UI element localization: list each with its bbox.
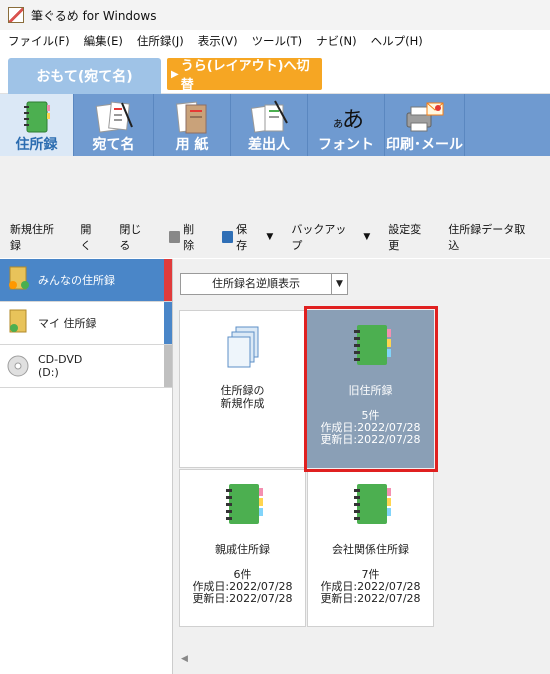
sidebar: みんなの住所録 マイ 住所録 CD-DVD (D:) [0, 259, 173, 674]
menu-view[interactable]: 表示(V) [198, 33, 238, 49]
tool-label: 差出人 [248, 137, 290, 153]
cd-dvd-icon [7, 355, 29, 377]
postcard-pen-icon [95, 101, 133, 133]
tool-print-mail[interactable]: 印刷･メール [385, 94, 465, 156]
shared-folder-icon [9, 266, 29, 290]
scroll-left-icon[interactable]: ◀ [181, 654, 188, 664]
card-info: 5件 作成日:2022/07/28 更新日:2022/07/28 [320, 409, 421, 446]
card-company-address-book[interactable]: 会社関係住所録 7件 作成日:2022/07/28 更新日:2022/07/28 [307, 469, 434, 627]
floppy-icon [221, 231, 234, 243]
sidebar-marker [164, 345, 172, 387]
side-tabs: おもて(宛て名) ▶ うら(レイアウト)へ切替 [0, 52, 550, 94]
settings-button[interactable]: 設定変更 [388, 221, 430, 253]
tool-label: 印刷･メール [386, 137, 463, 153]
command-bar: 新規住所録 開く 閉じる 削除 保存 ▼ バックアップ ▼ 設定変更 住所録デー… [0, 216, 550, 258]
font-icon: ぁ あ [332, 108, 364, 133]
tab-front-address[interactable]: おもて(宛て名) [8, 58, 161, 94]
my-folder-icon [9, 309, 27, 333]
notebook-icon [352, 325, 392, 369]
menu-bar: ファイル(F) 編集(E) 住所録(J) 表示(V) ツール(T) ナビ(N) … [0, 30, 550, 52]
card-name: 親戚住所録 [215, 543, 270, 556]
tool-address-book[interactable]: 住所録 [0, 94, 74, 156]
tool-label: 用 紙 [175, 137, 209, 153]
card-name: 会社関係住所録 [332, 543, 409, 556]
card-relatives-address-book[interactable]: 親戚住所録 6件 作成日:2022/07/28 更新日:2022/07/28 [179, 469, 306, 627]
sidebar-item-cd-dvd[interactable]: CD-DVD (D:) [0, 345, 172, 388]
paper-icon [176, 101, 207, 134]
backup-button[interactable]: バックアップ ▼ [291, 221, 370, 253]
card-info: 7件 作成日:2022/07/28 更新日:2022/07/28 [320, 568, 421, 605]
caret-down-icon[interactable]: ▼ [331, 274, 347, 294]
sidebar-marker [164, 259, 172, 301]
menu-address-book[interactable]: 住所録(J) [137, 33, 184, 49]
card-old-address-book[interactable]: 旧住所録 5件 作成日:2022/07/28 更新日:2022/07/28 [307, 310, 434, 468]
menu-edit[interactable]: 編集(E) [84, 33, 123, 49]
tool-label: 宛て名 [92, 137, 135, 153]
tool-paper[interactable]: 用 紙 [154, 94, 231, 156]
save-button[interactable]: 保存 ▼ [221, 221, 273, 253]
tool-sender[interactable]: 差出人 [231, 94, 308, 156]
app-icon [8, 7, 24, 23]
tool-label: 住所録 [15, 137, 58, 153]
sidebar-item-shared[interactable]: みんなの住所録 [0, 259, 172, 302]
toolbar-spacer [0, 156, 550, 216]
play-arrow-icon: ▶ [171, 68, 179, 80]
notebook-icon [352, 484, 392, 528]
new-address-book-button[interactable]: 新規住所録 [10, 221, 62, 253]
menu-file[interactable]: ファイル(F) [8, 33, 70, 49]
window-title: 筆ぐるめ for Windows [31, 8, 157, 23]
caret-down-icon[interactable]: ▼ [363, 232, 370, 242]
card-new-address-book[interactable]: 住所録の 新規作成 [179, 310, 306, 468]
svg-text:あ: あ [342, 108, 364, 133]
close-button[interactable]: 閉じる [119, 221, 150, 253]
tool-label: フォント [318, 137, 374, 153]
menu-tools[interactable]: ツール(T) [252, 33, 303, 49]
tab-switch-back-layout[interactable]: ▶ うら(レイアウト)へ切替 [167, 58, 322, 93]
sidebar-marker [164, 302, 172, 344]
sender-icon [250, 100, 288, 133]
main-toolbar: 住所録 宛て名 用 紙 差出人 ぁ あ フォント 印刷･メール [0, 94, 550, 156]
delete-button[interactable]: 削除 [168, 221, 204, 253]
sidebar-item-mine[interactable]: マイ 住所録 [0, 302, 172, 345]
cd-dvd-label: CD-DVD (D:) [38, 353, 83, 379]
import-button[interactable]: 住所録データ取込 [448, 221, 532, 253]
menu-navi[interactable]: ナビ(N) [316, 33, 357, 49]
sort-order-select[interactable]: 住所録名逆順表示 ▼ [180, 273, 348, 295]
card-info: 6件 作成日:2022/07/28 更新日:2022/07/28 [192, 568, 293, 605]
caret-down-icon[interactable]: ▼ [266, 232, 273, 242]
trash-icon [168, 231, 181, 243]
title-bar: 筆ぐるめ for Windows [0, 0, 550, 30]
tool-address[interactable]: 宛て名 [74, 94, 154, 156]
printer-mail-icon [406, 102, 443, 132]
open-button[interactable]: 開く [80, 221, 101, 253]
address-book-icon [23, 101, 50, 133]
menu-help[interactable]: ヘルプ(H) [371, 33, 423, 49]
tab-back-label: うら(レイアウト)へ切替 [180, 59, 310, 93]
card-name: 住所録の 新規作成 [220, 384, 265, 410]
tool-font[interactable]: ぁ あ フォント [308, 94, 385, 156]
notebook-icon [224, 484, 264, 528]
horizontal-scrollbar[interactable]: ◀ [179, 654, 550, 666]
card-name: 旧住所録 [348, 384, 393, 397]
new-address-book-icon [227, 326, 259, 368]
